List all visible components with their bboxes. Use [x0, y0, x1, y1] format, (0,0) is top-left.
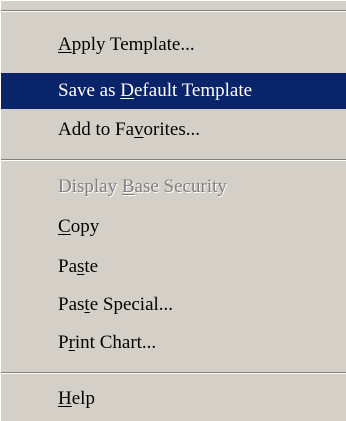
menu-item-display-base-security: Display Base Security [1, 169, 346, 205]
menu-item-paste[interactable]: Paste [1, 249, 346, 285]
menu-item-save-as-default-template[interactable]: Save as Default Template [1, 73, 346, 109]
menu-item-accelerator: C [58, 216, 71, 237]
menu-item-accelerator: D [120, 80, 134, 101]
menu-item-label-pre: P [58, 332, 69, 353]
menu-item-label-post: e Special... [89, 294, 174, 315]
menu-item-label-post: int Chart... [74, 332, 157, 353]
menu-item-label-post: pply Template... [71, 34, 195, 55]
menu-item-paste-special[interactable]: Paste Special... [1, 287, 346, 323]
menu-item-label-post: te [84, 256, 99, 277]
menu-item-label-pre: Save as [58, 80, 121, 101]
menu-top-edge [1, 0, 346, 14]
menu-item-label-post: orites... [143, 119, 200, 140]
menu-item-label-pre: Pa [58, 256, 77, 277]
menu-item-label-post: efault Template [134, 80, 253, 101]
menu-item-label-post: opy [70, 216, 100, 237]
menu-item-label-post: elp [71, 388, 95, 409]
menu-item-label-pre: Display [58, 176, 122, 197]
context-menu: Apply Template... Save as Default Templa… [0, 0, 346, 421]
menu-item-accelerator: B [121, 176, 135, 197]
menu-separator [1, 159, 346, 161]
menu-item-add-to-favorites[interactable]: Add to Favorites... [1, 112, 346, 148]
menu-separator [1, 372, 346, 374]
menu-item-copy[interactable]: Copy [1, 209, 346, 245]
menu-item-apply-template[interactable]: Apply Template... [1, 27, 346, 63]
menu-item-accelerator: H [58, 388, 72, 409]
menu-item-help[interactable]: Help [1, 381, 346, 417]
menu-item-print-chart[interactable]: Print Chart... [1, 325, 346, 361]
menu-item-accelerator: v [134, 119, 144, 140]
menu-item-label-post: ase Security [134, 176, 227, 197]
menu-item-label-pre: Pas [58, 294, 85, 315]
menu-item-accelerator: A [58, 34, 72, 55]
menu-item-label-pre: Add to Fa [58, 119, 134, 140]
